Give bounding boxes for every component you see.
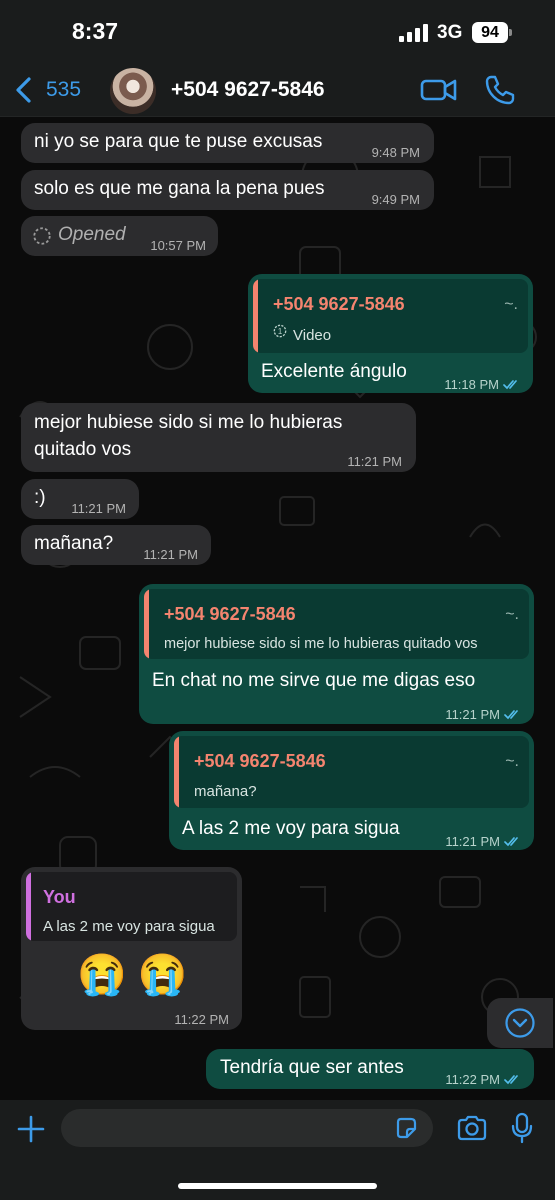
message-time: 11:22 PM <box>445 1066 522 1093</box>
reply-quote[interactable]: You A las 2 me voy para sigua <box>26 872 237 941</box>
message-text: ni yo se para que te puse excusas <box>34 131 323 152</box>
battery-tip <box>509 29 512 36</box>
unread-count: 535 <box>46 78 82 101</box>
time-label: 11:22 PM <box>445 1072 500 1087</box>
quote-text: mejor hubiese sido si me lo hubieras qui… <box>164 636 478 652</box>
status-time: 8:37 <box>72 18 119 44</box>
time-label: 10:57 PM <box>150 238 206 253</box>
message-time: 11:21 PM <box>71 495 126 522</box>
quote-dots: ~. <box>505 606 519 623</box>
reply-quote[interactable]: +504 9627-5846 ~. mejor hubiese sido si … <box>144 589 529 659</box>
quote-dots: ~. <box>505 753 519 770</box>
message-bubble-incoming[interactable]: ni yo se para que te puse excusas 9:48 P… <box>21 123 434 163</box>
message-time: 10:57 PM <box>150 232 206 259</box>
quote-sender: You <box>43 887 76 907</box>
message-time: 11:18 PM <box>444 371 521 398</box>
reply-quote[interactable]: +504 9627-5846 ~. 1 Video <box>253 279 528 353</box>
quote-text: A las 2 me voy para sigua <box>43 918 215 935</box>
read-ticks-icon <box>504 837 518 847</box>
time-label: 11:21 PM <box>445 707 500 722</box>
quote-accent-bar <box>26 872 31 941</box>
message-time: 11:21 PM <box>347 448 402 475</box>
quote-sender: +504 9627-5846 <box>164 604 296 624</box>
message-text: En chat no me sirve que me digas eso <box>152 670 476 691</box>
time-label: 11:21 PM <box>445 834 500 849</box>
read-ticks-icon <box>503 380 517 390</box>
opened-label: Opened <box>58 224 126 245</box>
message-bubble-incoming[interactable]: mañana? 11:21 PM <box>21 525 211 565</box>
sticker-icon[interactable] <box>394 1116 418 1140</box>
message-bubble-incoming[interactable]: You A las 2 me voy para sigua 😭 😭 11:22 … <box>21 867 242 1030</box>
network-type: 3G <box>437 22 463 43</box>
time-label: 11:21 PM <box>71 501 126 516</box>
battery-icon: 94 <box>472 22 508 43</box>
message-text: A las 2 me voy para sigua <box>182 818 400 839</box>
quote-sender: +504 9627-5846 <box>273 294 405 314</box>
emoji-message: 😭 😭 <box>77 953 188 997</box>
quote-accent-bar <box>174 736 179 808</box>
plus-icon[interactable] <box>16 1114 46 1144</box>
avatar[interactable] <box>110 68 156 114</box>
quote-sender: +504 9627-5846 <box>194 751 326 771</box>
message-text: Excelente ángulo <box>261 361 407 382</box>
home-indicator <box>178 1183 377 1189</box>
message-bubble-incoming[interactable]: :) 11:21 PM <box>21 479 139 519</box>
phone-icon[interactable] <box>484 74 516 106</box>
message-text-line-1: mejor hubiese sido si me lo hubieras <box>34 412 343 433</box>
quote-accent-bar <box>144 589 149 659</box>
read-ticks-icon <box>504 710 518 720</box>
message-time: 11:21 PM <box>143 541 198 568</box>
camera-icon[interactable] <box>456 1114 488 1142</box>
time-label: 9:48 PM <box>371 145 420 160</box>
opened-view-once-bubble[interactable]: Opened 10:57 PM <box>21 216 218 256</box>
scroll-to-bottom-button[interactable] <box>487 998 553 1048</box>
quote-accent-bar <box>253 279 258 353</box>
message-composer <box>0 1100 555 1200</box>
time-label: 11:22 PM <box>174 1012 229 1027</box>
message-text: solo es que me gana la pena pues <box>34 178 325 199</box>
read-ticks-icon <box>504 1075 518 1085</box>
chat-header: 535 +504 9627-5846 <box>0 62 555 117</box>
message-time: 9:48 PM <box>372 139 420 166</box>
message-input[interactable] <box>61 1109 433 1147</box>
message-bubble-incoming[interactable]: solo es que me gana la pena pues 9:49 PM <box>21 170 434 210</box>
quote-dots: ~. <box>504 296 518 313</box>
message-time: 11:22 PM <box>174 1006 229 1033</box>
message-bubble-incoming[interactable]: mejor hubiese sido si me lo hubieras qui… <box>21 403 416 472</box>
reply-quote[interactable]: +504 9627-5846 ~. mañana? <box>174 736 529 808</box>
microphone-icon[interactable] <box>510 1112 534 1144</box>
quote-text: Video <box>293 327 332 344</box>
time-label: 11:18 PM <box>444 377 499 392</box>
dashed-circle-icon <box>33 227 51 245</box>
video-camera-icon[interactable] <box>420 76 458 104</box>
message-time: 11:21 PM <box>445 828 522 855</box>
svg-text:1: 1 <box>278 327 282 336</box>
message-bubble-outgoing[interactable]: +504 9627-5846 ~. 1 Video Excelente ángu… <box>248 274 533 393</box>
message-bubble-outgoing[interactable]: +504 9627-5846 ~. mejor hubiese sido si … <box>139 584 534 724</box>
time-label: 11:21 PM <box>143 547 198 562</box>
view-once-icon: 1 <box>273 324 287 338</box>
message-bubble-outgoing[interactable]: Tendría que ser antes 11:22 PM <box>206 1049 534 1089</box>
time-label: 9:49 PM <box>371 192 420 207</box>
message-text: :) <box>34 487 46 508</box>
message-text: Tendría que ser antes <box>220 1057 404 1078</box>
chevron-left-icon <box>16 77 31 103</box>
message-time: 9:49 PM <box>372 186 420 213</box>
signal-icon <box>399 24 429 42</box>
time-label: 11:21 PM <box>347 454 402 469</box>
status-bar: 8:37 3G 94 <box>0 0 555 62</box>
message-time: 11:21 PM <box>445 701 522 728</box>
contact-name[interactable]: +504 9627-5846 <box>171 78 325 102</box>
message-bubble-outgoing[interactable]: +504 9627-5846 ~. mañana? A las 2 me voy… <box>169 731 534 850</box>
message-text-line-2: quitado vos <box>34 439 132 460</box>
chevron-down-circle-icon <box>505 1008 535 1038</box>
quote-text: mañana? <box>194 783 257 800</box>
message-text: mañana? <box>34 533 114 554</box>
back-button[interactable]: 535 <box>14 72 81 108</box>
chat-area[interactable]: ni yo se para que te puse excusas 9:48 P… <box>0 117 555 1100</box>
